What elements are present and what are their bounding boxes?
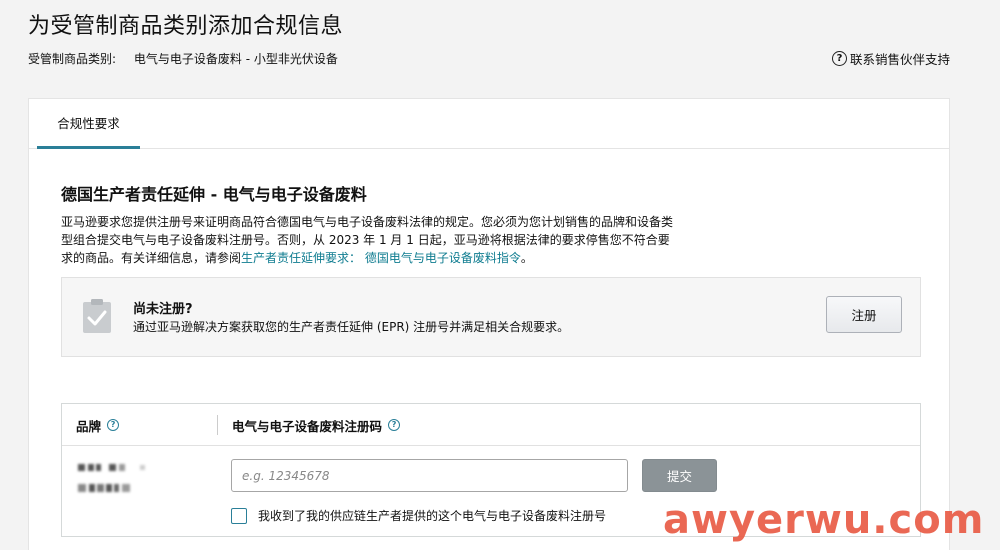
column-brand-label: 品牌: [76, 418, 102, 434]
compliance-card: 合规性要求 德国生产者责任延伸 - 电气与电子设备废料 亚马逊要求您提供注册号来…: [28, 98, 950, 550]
clipboard-check-icon: [83, 299, 111, 333]
column-registration-code: 电气与电子设备废料注册码 ?: [232, 404, 401, 446]
category-row: 受管制商品类别: 电气与电子设备废料 - 小型非光伏设备: [28, 50, 338, 67]
brand-name-blurred: [78, 462, 168, 498]
submit-button[interactable]: 提交: [642, 459, 717, 492]
section-description: 亚马逊要求您提供注册号来证明商品符合德国电气与电子设备废料法律的规定。您必须为您…: [61, 213, 741, 267]
brand-info-icon[interactable]: ?: [107, 419, 120, 431]
description-line-3: 求的商品。有关详细信息，请参阅生产者责任延伸要求： 德国电气与电子设备废料指令。: [61, 249, 741, 267]
notice-title: 尚未注册?: [133, 302, 193, 317]
watermark: awyerwu.com: [663, 497, 985, 543]
seller-support-label: 联系销售伙伴支持: [849, 52, 950, 67]
tab-compliance-requirements[interactable]: 合规性要求: [37, 99, 140, 149]
supplier-confirmation-label: 我收到了我的供应链生产者提供的这个电气与电子设备废料注册号: [258, 509, 607, 523]
column-brand: 品牌 ?: [76, 404, 120, 446]
question-circle-icon: ?: [831, 51, 847, 66]
supplier-confirmation: 我收到了我的供应链生产者提供的这个电气与电子设备废料注册号: [231, 507, 606, 524]
seller-support-link[interactable]: ? 联系销售伙伴支持: [831, 49, 950, 68]
section-title: 德国生产者责任延伸 - 电气与电子设备废料: [61, 185, 367, 204]
category-value: 电气与电子设备废料 - 小型非光伏设备: [133, 52, 338, 66]
description-line-3-prefix: 求的商品。有关详细信息，请参阅: [61, 251, 242, 265]
supplier-confirmation-checkbox[interactable]: [231, 507, 247, 524]
notice-description: 通过亚马逊解决方案获取您的生产者责任延伸 (EPR) 注册号并满足相关合规要求。: [133, 320, 570, 334]
page-title: 为受管制商品类别添加合规信息: [28, 14, 344, 39]
column-divider: [217, 415, 218, 435]
epr-section: 德国生产者责任延伸 - 电气与电子设备废料 亚马逊要求您提供注册号来证明商品符合…: [61, 181, 741, 267]
category-label: 受管制商品类别:: [28, 52, 117, 66]
registration-info-icon[interactable]: ?: [388, 419, 401, 431]
description-line-1: 亚马逊要求您提供注册号来证明商品符合德国电气与电子设备废料法律的规定。您必须为您…: [61, 215, 674, 229]
registration-notice: 尚未注册? 通过亚马逊解决方案获取您的生产者责任延伸 (EPR) 注册号并满足相…: [61, 277, 921, 357]
column-registration-label: 电气与电子设备废料注册码: [232, 418, 383, 434]
tab-bar: 合规性要求: [29, 99, 949, 149]
register-button[interactable]: 注册: [826, 296, 902, 333]
registration-code-input[interactable]: [231, 459, 628, 492]
description-line-2: 型组合提交电气与电子设备废料注册号。否则，从 2023 年 1 月 1 日起，亚…: [61, 233, 670, 247]
table-header: 品牌 ? 电气与电子设备废料注册码 ?: [62, 404, 920, 446]
epr-directive-link[interactable]: 生产者责任延伸要求： 德国电气与电子设备废料指令: [241, 251, 521, 265]
description-line-3-suffix: 。: [520, 251, 533, 265]
